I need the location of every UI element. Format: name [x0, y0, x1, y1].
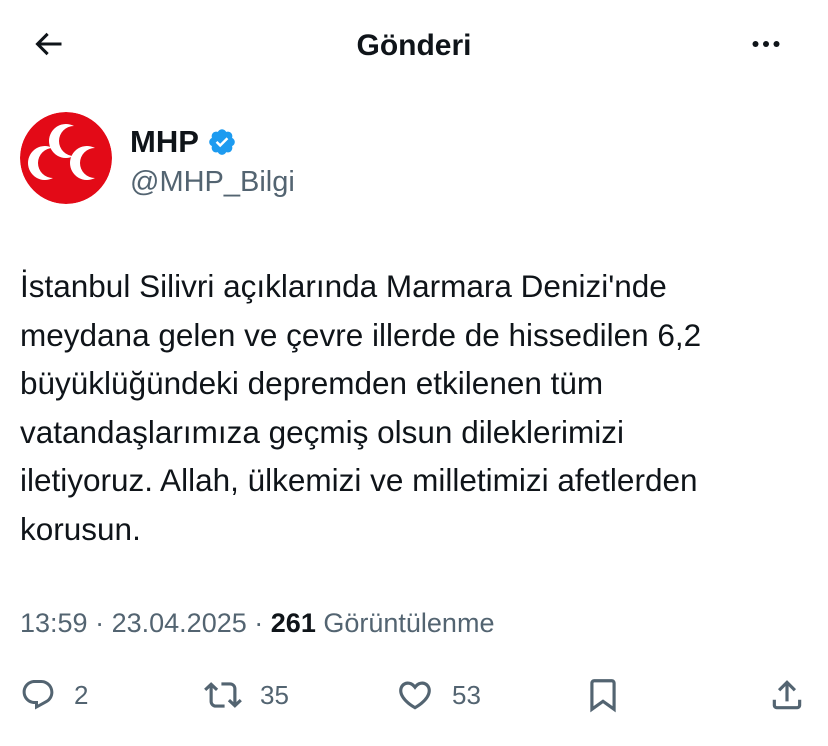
tweet-time[interactable]: 13:59: [20, 608, 88, 638]
three-crescents-logo: [20, 112, 112, 204]
display-name-row[interactable]: MHP: [130, 122, 237, 162]
tweet-text-line: iletiyoruz. Allah, ülkemizi ve milletimi…: [20, 462, 698, 498]
like-button[interactable]: 53: [396, 672, 481, 718]
retweet-button[interactable]: 35: [204, 672, 289, 718]
verified-badge-icon: [207, 127, 237, 157]
tweet-date[interactable]: 23.04.2025: [112, 608, 247, 638]
retweet-count: 35: [260, 679, 289, 710]
tweet-text-line: vatandaşlarımıza geçmiş olsun dileklerim…: [20, 413, 624, 450]
like-count: 53: [452, 679, 481, 710]
avatar[interactable]: [20, 112, 112, 204]
tweet-text-line: meydana gelen ve çevre illerde de hissed…: [20, 316, 702, 353]
tweet-text: İstanbul Silivri açıklarında Marmara Den…: [20, 262, 810, 553]
views-count: 261: [270, 608, 316, 638]
heart-icon: [396, 676, 434, 714]
meta-separator: ·: [254, 608, 264, 638]
tweet-meta: 13:59 · 23.04.2025 · 261 Görüntülenme: [20, 605, 494, 641]
views-label: Görüntülenme: [323, 608, 495, 638]
tweet-author: MHP @MHP_Bilgi: [20, 112, 800, 212]
top-bar: Gönderi: [0, 0, 828, 90]
share-icon: [768, 676, 806, 714]
meta-separator: ·: [95, 608, 105, 638]
tweet-text-line: büyüklüğündeki depremden etkilenen tüm: [20, 365, 604, 401]
reply-button[interactable]: 2: [20, 672, 88, 718]
bookmark-icon: [584, 676, 622, 714]
tweet-text-line: İstanbul Silivri açıklarında Marmara Den…: [20, 268, 667, 304]
retweet-icon: [204, 676, 242, 714]
reply-icon: [20, 677, 56, 713]
more-options-button[interactable]: [744, 26, 788, 66]
tweet-actions: 2 35 53: [20, 672, 810, 718]
tweet-text-line: korusun.: [20, 510, 141, 547]
user-handle[interactable]: @MHP_Bilgi: [130, 164, 295, 200]
more-horizontal-icon: [748, 26, 784, 67]
display-name: MHP: [130, 124, 199, 159]
reply-count: 2: [74, 679, 89, 710]
bookmark-button[interactable]: [584, 672, 622, 718]
page-title: Gönderi: [356, 29, 472, 62]
share-button[interactable]: [768, 672, 806, 718]
